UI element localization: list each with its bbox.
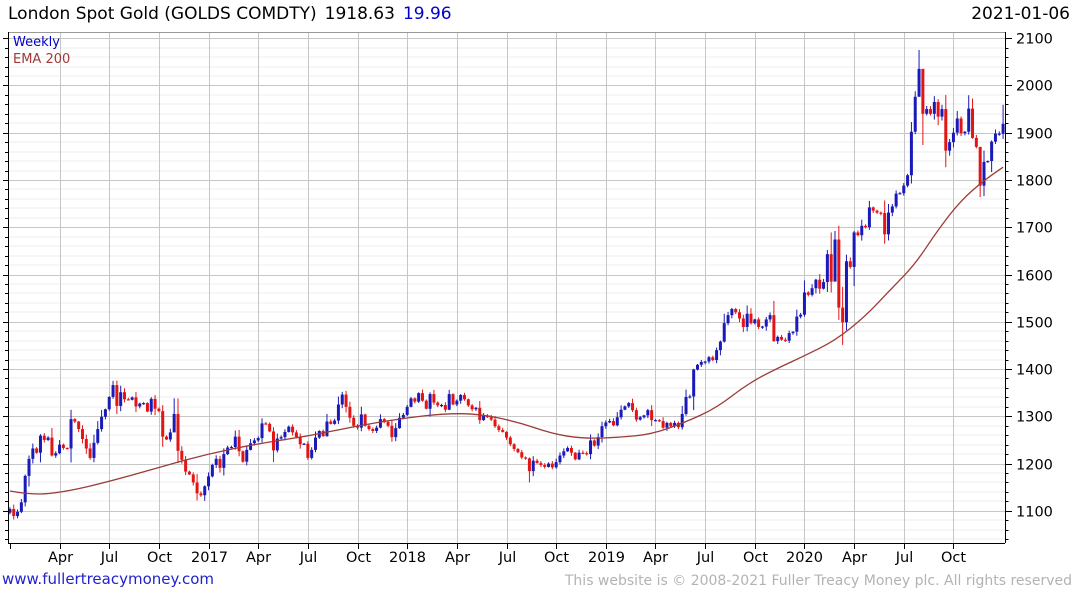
- svg-text:Jul: Jul: [895, 550, 914, 566]
- grid-major: [8, 38, 1005, 512]
- svg-text:2017: 2017: [191, 550, 228, 566]
- svg-text:1600: 1600: [1016, 269, 1053, 285]
- svg-text:Jul: Jul: [100, 550, 119, 566]
- svg-text:1100: 1100: [1016, 505, 1053, 521]
- plot-border: [8, 32, 1006, 544]
- svg-text:Jul: Jul: [696, 550, 715, 566]
- svg-text:Apr: Apr: [246, 550, 271, 566]
- svg-text:Oct: Oct: [941, 550, 966, 566]
- svg-text:1700: 1700: [1016, 221, 1053, 237]
- svg-text:Apr: Apr: [445, 550, 470, 566]
- svg-text:Jul: Jul: [498, 550, 517, 566]
- grid-minor: [8, 47, 1005, 540]
- svg-text:Apr: Apr: [643, 550, 668, 566]
- price-chart[interactable]: 1100 1200 1300 1400 1500 1600 1700 1800 1900 2000…: [0, 0, 1075, 600]
- svg-text:1900: 1900: [1016, 127, 1053, 143]
- page: { "header": { "title": "London Spot Gold…: [0, 0, 1075, 600]
- candlestick-series: [8, 49, 1005, 520]
- svg-text:1500: 1500: [1016, 316, 1053, 332]
- ema-label: EMA 200: [13, 52, 71, 67]
- svg-text:Oct: Oct: [147, 550, 172, 566]
- svg-text:Jul: Jul: [299, 550, 318, 566]
- svg-text:2000: 2000: [1016, 79, 1053, 95]
- svg-text:1400: 1400: [1016, 363, 1053, 379]
- x-axis: Apr Jul Oct 2017 Apr Jul Oct 2018 Apr Jul Oct 2019 A…: [10, 543, 966, 566]
- svg-text:Oct: Oct: [544, 550, 569, 566]
- svg-text:Apr: Apr: [842, 550, 867, 566]
- timeframe-label: Weekly: [13, 35, 60, 50]
- svg-text:1800: 1800: [1016, 174, 1053, 190]
- svg-text:2019: 2019: [588, 550, 625, 566]
- site-link[interactable]: www.fullertreacymoney.com: [2, 570, 214, 588]
- svg-text:2018: 2018: [389, 550, 426, 566]
- svg-text:Oct: Oct: [346, 550, 371, 566]
- svg-text:Oct: Oct: [743, 550, 768, 566]
- svg-text:2100: 2100: [1016, 32, 1053, 48]
- svg-text:1200: 1200: [1016, 458, 1053, 474]
- svg-text:1300: 1300: [1016, 410, 1053, 426]
- svg-text:2020: 2020: [786, 550, 823, 566]
- copyright-text: This website is © 2008-2021 Fuller Treac…: [564, 573, 1072, 589]
- svg-text:Apr: Apr: [48, 550, 73, 566]
